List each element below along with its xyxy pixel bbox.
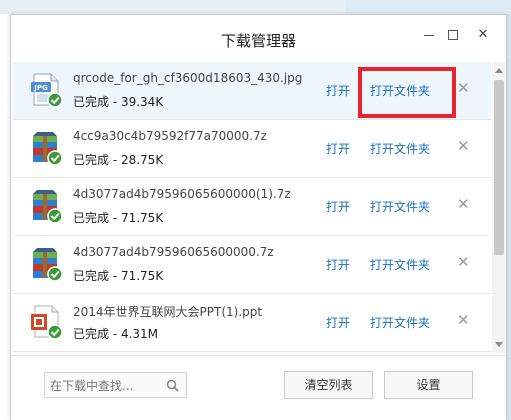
search-box[interactable] — [44, 372, 187, 398]
ppt-file-icon — [31, 305, 63, 340]
titlebar: 下载管理器 ✕ — [11, 15, 506, 61]
download-row[interactable]: 4d3077ad4b79596065600000(1).7z 已完成 - 71.… — [13, 178, 491, 236]
open-folder-link[interactable]: 打开文件夹 — [370, 256, 430, 273]
maximize-icon — [448, 30, 458, 40]
archive-file-icon — [33, 132, 63, 166]
jpg-file-icon: JPG — [31, 73, 63, 108]
file-name: 4d3077ad4b79596065600000(1).7z — [73, 187, 291, 201]
clear-list-button[interactable]: 清空列表 — [284, 371, 373, 399]
file-status: 已完成 - 71.75K — [73, 269, 164, 283]
open-folder-link[interactable]: 打开文件夹 — [370, 198, 430, 215]
file-name: 4d3077ad4b79596065600000.7z — [73, 245, 274, 259]
scroll-up-icon[interactable] — [495, 68, 503, 73]
download-row[interactable]: 4cc9a30c4b79592f77a70000.7z 已完成 - 28.75K… — [13, 120, 491, 178]
desktop-background — [0, 0, 511, 14]
minimize-icon — [424, 35, 434, 36]
search-input[interactable] — [50, 377, 160, 394]
open-file-link[interactable]: 打开 — [326, 198, 350, 215]
file-name: 4cc9a30c4b79592f77a70000.7z — [73, 129, 267, 143]
file-status: 已完成 - 39.34K — [73, 95, 164, 109]
desktop-background-right — [346, 0, 511, 14]
scrollbar-thumb[interactable] — [494, 80, 504, 255]
file-status: 已完成 - 71.75K — [73, 211, 164, 225]
download-row[interactable]: 4d3077ad4b79596065600000.7z 已完成 - 71.75K… — [13, 236, 491, 294]
download-row[interactable]: 2014年世界互联网大会PPT(1).ppt 已完成 - 4.31M 打开 打开… — [13, 294, 491, 352]
file-status: 已完成 - 28.75K — [73, 153, 164, 167]
file-name: 2014年世界互联网大会PPT(1).ppt — [73, 305, 263, 319]
delete-icon[interactable]: ✕ — [457, 79, 470, 97]
open-file-link[interactable]: 打开 — [326, 256, 350, 273]
open-file-link[interactable]: 打开 — [326, 82, 350, 99]
desktop-background-strip — [507, 14, 511, 420]
open-file-link[interactable]: 打开 — [326, 314, 350, 331]
archive-file-icon — [33, 248, 63, 282]
file-status: 已完成 - 4.31M — [73, 327, 159, 341]
search-icon[interactable] — [166, 379, 179, 392]
download-manager-window: 下载管理器 ✕ JPG qrcode_for_gh_cf3600d18603_4… — [10, 14, 507, 420]
scrollbar[interactable] — [492, 62, 506, 353]
close-button[interactable]: ✕ — [472, 25, 494, 45]
open-folder-link[interactable]: 打开文件夹 — [370, 140, 430, 157]
footer: 清空列表 设置 — [11, 355, 506, 420]
minimize-button[interactable] — [418, 25, 440, 45]
open-file-link[interactable]: 打开 — [326, 140, 350, 157]
scroll-down-icon[interactable] — [495, 342, 503, 347]
delete-icon[interactable]: ✕ — [457, 253, 470, 271]
open-folder-link[interactable]: 打开文件夹 — [370, 314, 430, 331]
delete-icon[interactable]: ✕ — [457, 137, 470, 155]
jpg-badge-text: JPG — [33, 84, 48, 92]
highlight-box — [358, 67, 456, 118]
delete-icon[interactable]: ✕ — [457, 311, 470, 329]
file-name: qrcode_for_gh_cf3600d18603_430.jpg — [73, 71, 303, 85]
maximize-button[interactable] — [442, 25, 464, 45]
archive-file-icon — [33, 190, 63, 224]
settings-button[interactable]: 设置 — [384, 371, 473, 399]
delete-icon[interactable]: ✕ — [457, 195, 470, 213]
